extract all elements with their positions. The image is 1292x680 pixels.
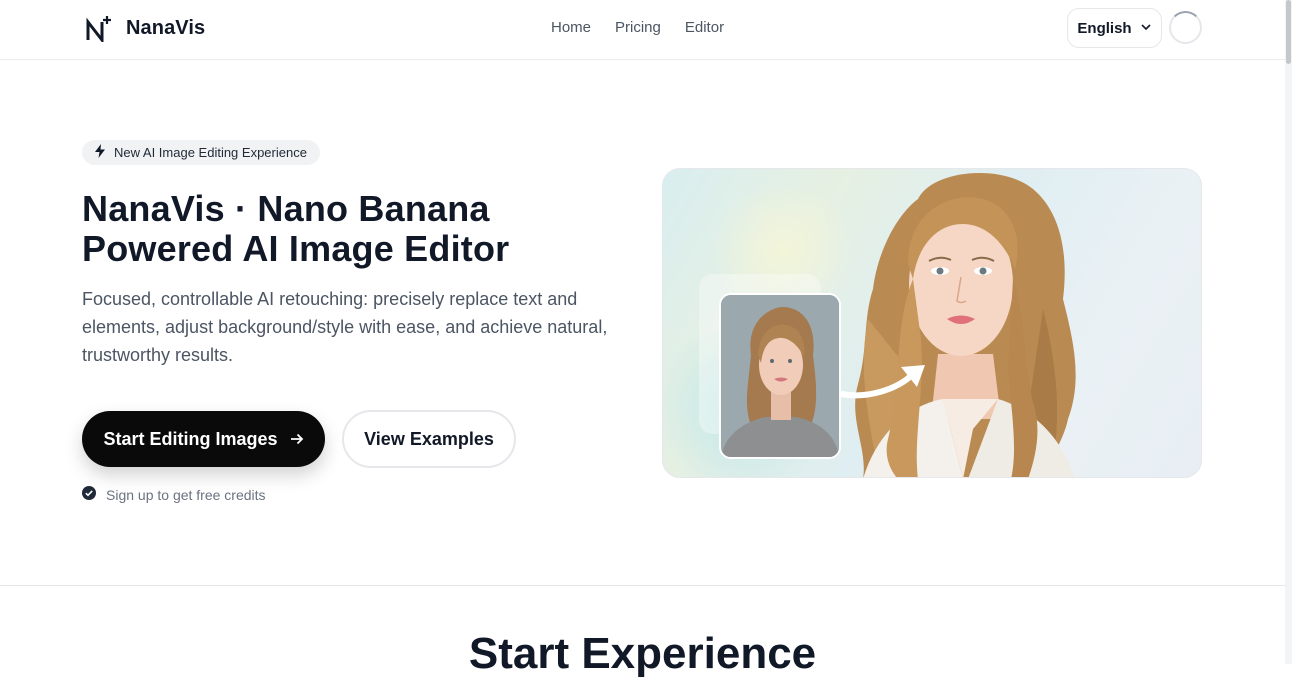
feature-badge: New AI Image Editing Experience xyxy=(82,140,320,165)
hero-title-line1: NanaVis · Nano Banana xyxy=(82,188,490,229)
free-credits-note: Sign up to get free credits xyxy=(82,486,266,503)
nav-pricing[interactable]: Pricing xyxy=(615,18,661,38)
nanavis-logo-icon xyxy=(84,14,114,45)
nav-editor[interactable]: Editor xyxy=(685,18,724,38)
site-header: NanaVis Home Pricing Editor English xyxy=(0,0,1285,60)
section-title: Start Experience xyxy=(468,629,817,678)
start-editing-button[interactable]: Start Editing Images xyxy=(82,411,325,467)
section-divider xyxy=(0,585,1285,586)
view-examples-button[interactable]: View Examples xyxy=(342,410,516,468)
badge-text: New AI Image Editing Experience xyxy=(114,145,307,160)
brand-name: NanaVis xyxy=(126,16,206,39)
hero-title: NanaVis · Nano Banana Powered AI Image E… xyxy=(82,189,642,269)
language-selector[interactable]: English xyxy=(1067,8,1162,48)
hero-image xyxy=(662,168,1202,478)
arrow-right-icon xyxy=(290,429,304,450)
start-editing-label: Start Editing Images xyxy=(103,428,278,449)
scrollbar-track[interactable] xyxy=(1285,0,1292,664)
brand-logo[interactable]: NanaVis xyxy=(84,14,206,45)
free-credits-text: Sign up to get free credits xyxy=(106,486,266,503)
language-label: English xyxy=(1077,19,1132,37)
loading-spinner-icon xyxy=(1169,11,1202,44)
check-circle-icon xyxy=(82,486,96,503)
scrollbar-thumb[interactable] xyxy=(1286,0,1291,64)
main-nav: Home Pricing Editor xyxy=(551,18,724,38)
lightning-icon xyxy=(94,144,106,161)
hero-description: Focused, controllable AI retouching: pre… xyxy=(82,289,608,365)
nav-home[interactable]: Home xyxy=(551,18,591,38)
hero-title-line2: Powered AI Image Editor xyxy=(82,228,510,269)
original-portrait-thumbnail xyxy=(719,293,841,459)
chevron-down-icon xyxy=(1140,20,1152,37)
